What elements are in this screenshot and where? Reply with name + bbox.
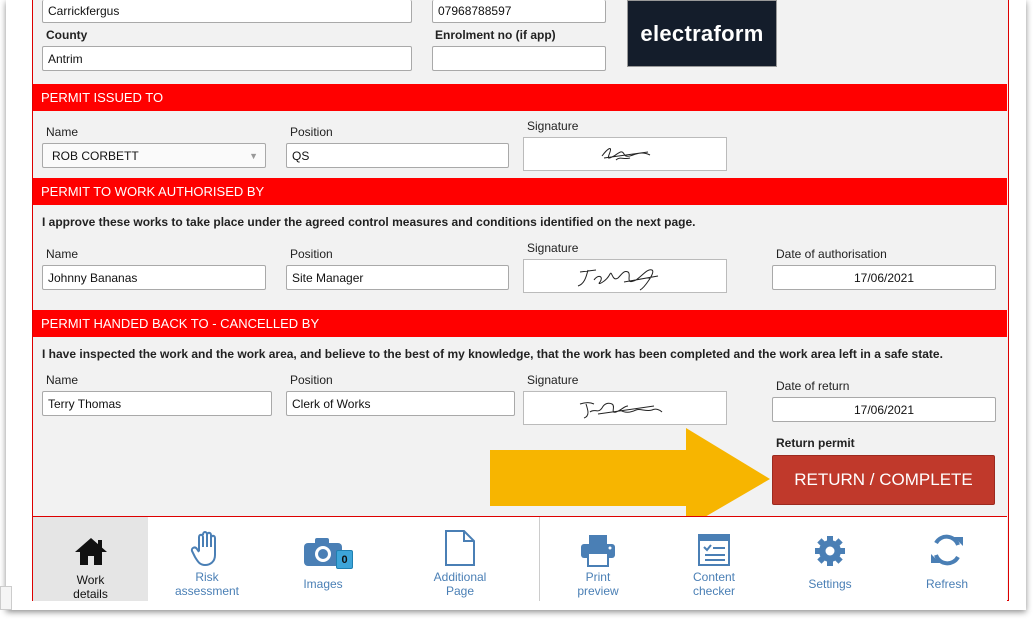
signature-image: [601, 148, 651, 161]
handed-back-name-label: Name: [46, 373, 79, 387]
chevron-down-icon: ▼: [249, 151, 258, 161]
handed-back-signature-label: Signature: [527, 373, 579, 387]
return-date-label: Date of return: [776, 379, 850, 393]
authorised-signature-label: Signature: [527, 241, 579, 255]
home-icon: [74, 538, 107, 565]
authorisation-date-label: Date of authorisation: [776, 247, 887, 261]
signature-image: [579, 402, 663, 419]
page-icon: [445, 530, 475, 566]
authorised-position-label: Position: [290, 247, 333, 261]
issued-name-value: ROB CORBETT: [52, 148, 139, 163]
electraform-logo: electraform: [627, 0, 777, 67]
authorised-name-field[interactable]: Johnny Bananas: [42, 265, 266, 290]
authorised-name-label: Name: [46, 247, 79, 261]
tab-settings[interactable]: Settings: [772, 517, 888, 601]
return-complete-button[interactable]: RETURN / COMPLETE: [772, 455, 995, 505]
tab-print-preview[interactable]: Print preview: [540, 517, 656, 601]
tab-images-label: Images: [303, 577, 343, 591]
section-header-issued: PERMIT ISSUED TO: [33, 84, 1007, 111]
hand-icon: [190, 531, 216, 567]
gear-icon: [815, 536, 845, 566]
tab-content-checker-label: Content checker: [692, 570, 736, 598]
issued-signature-label: Signature: [527, 119, 579, 133]
issued-position-field[interactable]: QS: [286, 143, 509, 168]
authorised-position-field[interactable]: Site Manager: [286, 265, 509, 290]
tab-content-checker[interactable]: Content checker: [656, 517, 772, 601]
section-header-authorised: PERMIT TO WORK AUTHORISED BY: [33, 178, 1007, 205]
tab-additional-page-label: Additional Page: [433, 570, 487, 598]
refresh-icon: [931, 534, 963, 566]
issued-position-label: Position: [290, 125, 333, 139]
signature-image: [577, 269, 659, 291]
handed-back-name-field[interactable]: Terry Thomas: [42, 391, 272, 416]
tab-settings-label: Settings: [808, 577, 852, 591]
checklist-icon: [698, 534, 730, 566]
return-permit-label: Return permit: [776, 436, 855, 450]
tab-print-preview-label: Print preview: [577, 570, 619, 598]
tab-refresh[interactable]: Refresh: [888, 517, 1006, 601]
return-date-field[interactable]: 17/06/2021: [772, 397, 996, 422]
enrolment-field[interactable]: [432, 46, 606, 71]
tab-additional-page[interactable]: Additional Page: [381, 517, 539, 601]
handed-back-position-label: Position: [290, 373, 333, 387]
tab-work-details[interactable]: Work details: [33, 517, 148, 601]
tab-risk-assessment-label: Risk assessment: [174, 570, 240, 598]
issued-name-select[interactable]: ROB CORBETT ▼: [42, 143, 266, 168]
bottom-tab-bar: Workdetails Riskassessment 0 Images Ad: [33, 516, 1007, 601]
phone-field[interactable]: 07968788597: [432, 0, 606, 23]
handed-back-signature-box[interactable]: [523, 391, 727, 425]
issued-signature-box[interactable]: [523, 137, 727, 171]
tab-risk-assessment[interactable]: Risk assessment: [149, 517, 265, 601]
authorisation-date-field[interactable]: 17/06/2021: [772, 265, 996, 290]
authorised-signature-box[interactable]: [523, 259, 727, 293]
handed-back-note: I have inspected the work and the work a…: [42, 347, 943, 361]
handed-back-position-field[interactable]: Clerk of Works: [286, 391, 515, 416]
tab-work-details-label: Work details: [73, 573, 108, 601]
tab-images[interactable]: 0 Images: [265, 517, 381, 601]
county-label: County: [46, 28, 88, 42]
section-header-handed-back: PERMIT HANDED BACK TO - CANCELLED BY: [33, 310, 1007, 337]
issued-name-label: Name: [46, 125, 79, 139]
town-field[interactable]: Carrickfergus: [42, 0, 412, 23]
county-field[interactable]: Antrim: [42, 46, 412, 71]
tab-refresh-label: Refresh: [925, 577, 969, 591]
enrolment-label: Enrolment no (if app): [435, 28, 556, 42]
scroll-edge-marker: [0, 586, 12, 610]
images-count-badge: 0: [336, 550, 353, 569]
printer-icon: [581, 535, 615, 567]
authorised-note: I approve these works to take place unde…: [42, 215, 696, 229]
